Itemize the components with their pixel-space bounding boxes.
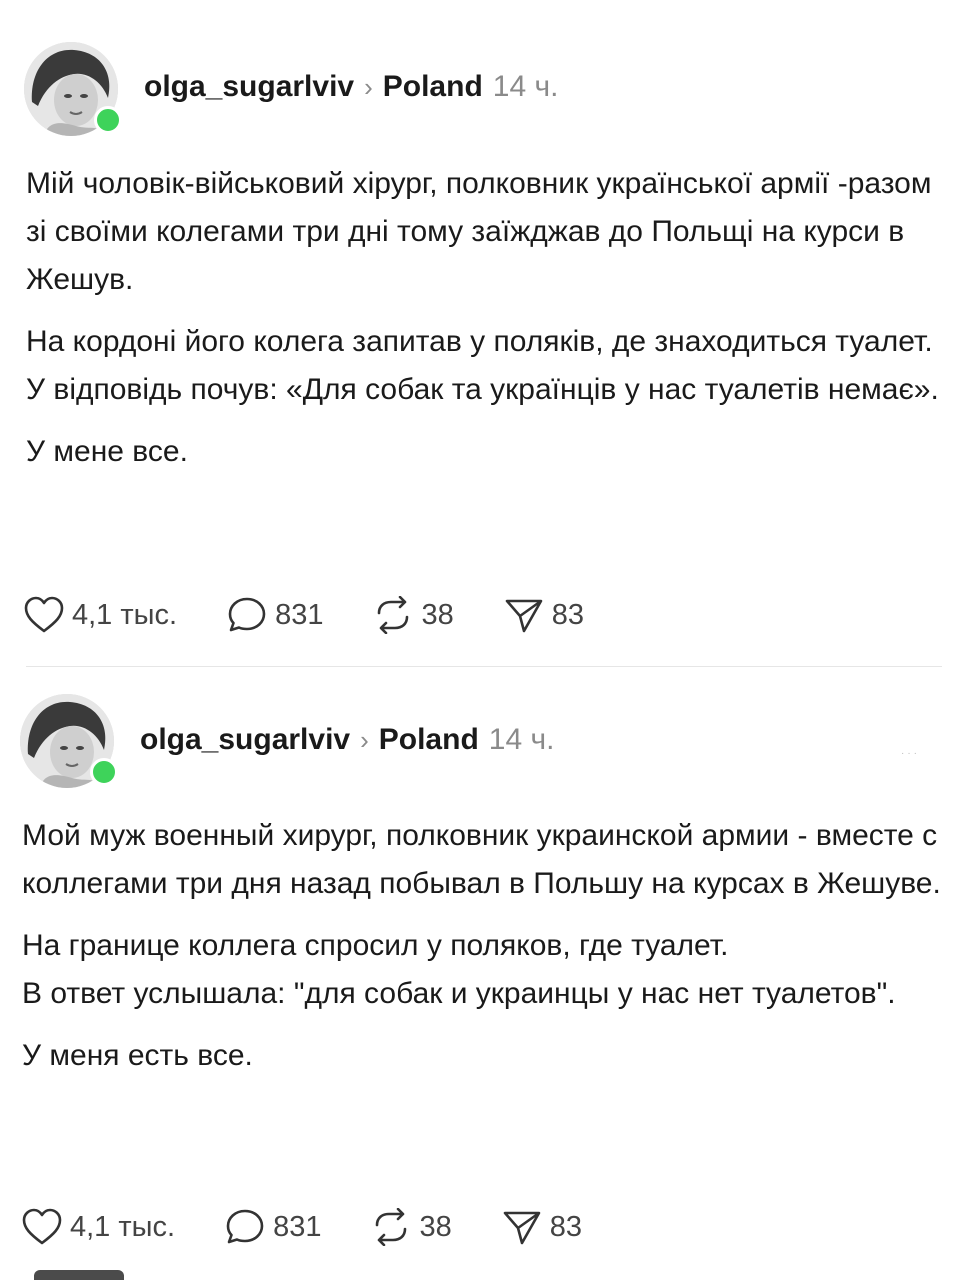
online-status-dot bbox=[94, 106, 122, 134]
location-tag[interactable]: Poland bbox=[379, 723, 479, 757]
post-header: olga_sugarlviv › Poland 14 ч. bbox=[144, 70, 558, 104]
next-post-avatar-peek bbox=[34, 1270, 124, 1280]
avatar[interactable] bbox=[20, 694, 118, 788]
like-button[interactable]: 4,1 тыс. bbox=[22, 1208, 175, 1246]
share-button[interactable]: 83 bbox=[502, 1208, 582, 1246]
heart-icon bbox=[24, 596, 64, 633]
post-paragraph: Мой муж военный хирург, полковник украин… bbox=[22, 819, 941, 900]
send-icon bbox=[505, 599, 543, 633]
post-paragraph: У відповідь почув: «Для собак та українц… bbox=[26, 373, 939, 406]
location-tag[interactable]: Poland bbox=[383, 70, 483, 104]
heart-icon bbox=[22, 1208, 62, 1245]
share-count: 83 bbox=[549, 1210, 582, 1243]
repost-icon bbox=[378, 596, 409, 634]
online-status-dot bbox=[90, 758, 118, 786]
post-paragraph: У мене все. bbox=[26, 435, 188, 468]
like-count: 4,1 тыс. bbox=[72, 598, 178, 631]
comment-count: 831 bbox=[275, 598, 324, 631]
like-count: 4,1 тыс. bbox=[70, 1210, 176, 1243]
comment-bubble-icon bbox=[226, 1209, 264, 1244]
share-count: 83 bbox=[551, 598, 584, 631]
post-actions: 4,1 тыс. 831 38 83 bbox=[22, 1208, 632, 1246]
avatar[interactable] bbox=[24, 42, 122, 136]
post-paragraph: Мій чоловік-військовий хірург, полковник… bbox=[26, 167, 932, 296]
post-time: 14 ч. bbox=[492, 70, 559, 103]
send-icon bbox=[503, 1211, 541, 1245]
repost-button[interactable]: 38 bbox=[373, 596, 454, 634]
repost-icon bbox=[376, 1208, 407, 1246]
repost-count: 38 bbox=[419, 1210, 452, 1243]
more-options-icon[interactable]: ··· bbox=[901, 748, 920, 759]
post-paragraph: На границе коллега спросил у поляков, гд… bbox=[22, 929, 729, 962]
post-paragraph: В ответ услышала: "для собак и украинцы … bbox=[22, 977, 896, 1010]
post-body: Мой муж военный хирург, полковник украин… bbox=[22, 812, 942, 1080]
repost-button[interactable]: 38 bbox=[371, 1208, 452, 1246]
username[interactable]: olga_sugarlviv bbox=[144, 70, 354, 104]
post: olga_sugarlviv › Poland 14 ч. Мій чолові… bbox=[0, 0, 968, 660]
post-header: olga_sugarlviv › Poland 14 ч. bbox=[140, 723, 554, 757]
comment-button[interactable]: 831 bbox=[227, 596, 323, 634]
post-paragraph: У меня есть все. bbox=[22, 1039, 253, 1072]
username[interactable]: olga_sugarlviv bbox=[140, 723, 350, 757]
chevron-right-icon: › bbox=[364, 72, 373, 102]
comment-bubble-icon bbox=[228, 597, 266, 632]
post-time: 14 ч. bbox=[488, 723, 555, 756]
comment-count: 831 bbox=[273, 1210, 322, 1243]
share-button[interactable]: 83 bbox=[504, 596, 584, 634]
post-divider bbox=[26, 666, 942, 667]
post-body: Мій чоловік-військовий хірург, полковник… bbox=[26, 160, 946, 476]
repost-count: 38 bbox=[421, 598, 454, 631]
post-actions: 4,1 тыс. 831 38 83 bbox=[24, 596, 634, 634]
comment-button[interactable]: 831 bbox=[225, 1208, 321, 1246]
post: olga_sugarlviv › Poland 14 ч. ··· Мой му… bbox=[0, 668, 968, 1280]
post-paragraph: На кордоні його колега запитав у поляків… bbox=[26, 325, 933, 358]
like-button[interactable]: 4,1 тыс. bbox=[24, 596, 177, 634]
chevron-right-icon: › bbox=[360, 725, 369, 755]
